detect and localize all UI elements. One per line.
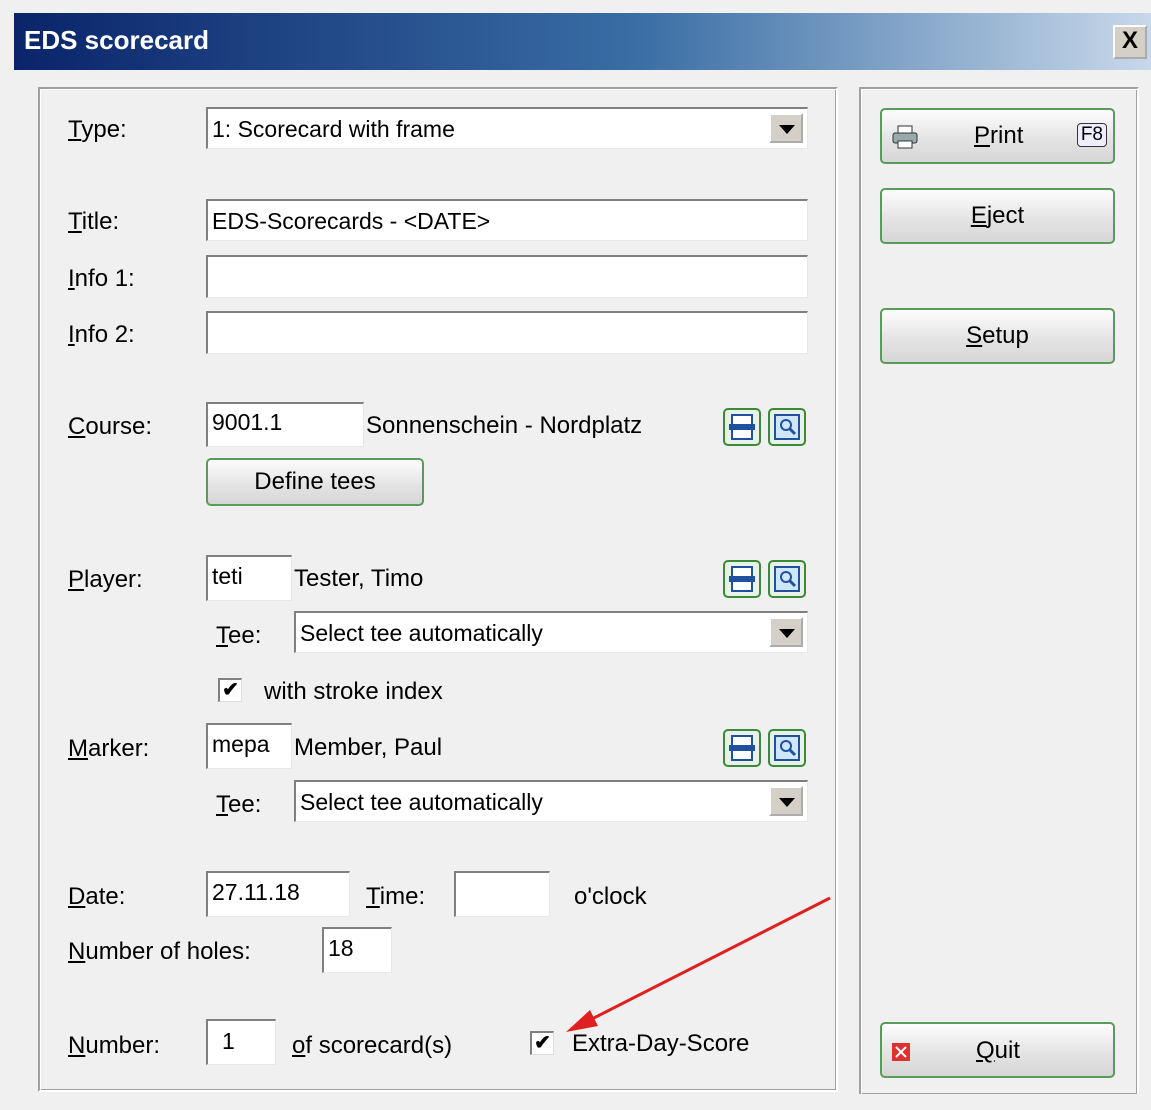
annotation-arrow <box>566 896 831 1032</box>
eds-scorecard-dialog: EDS scorecard X Type: 1: Scorecard with … <box>0 0 1151 1110</box>
